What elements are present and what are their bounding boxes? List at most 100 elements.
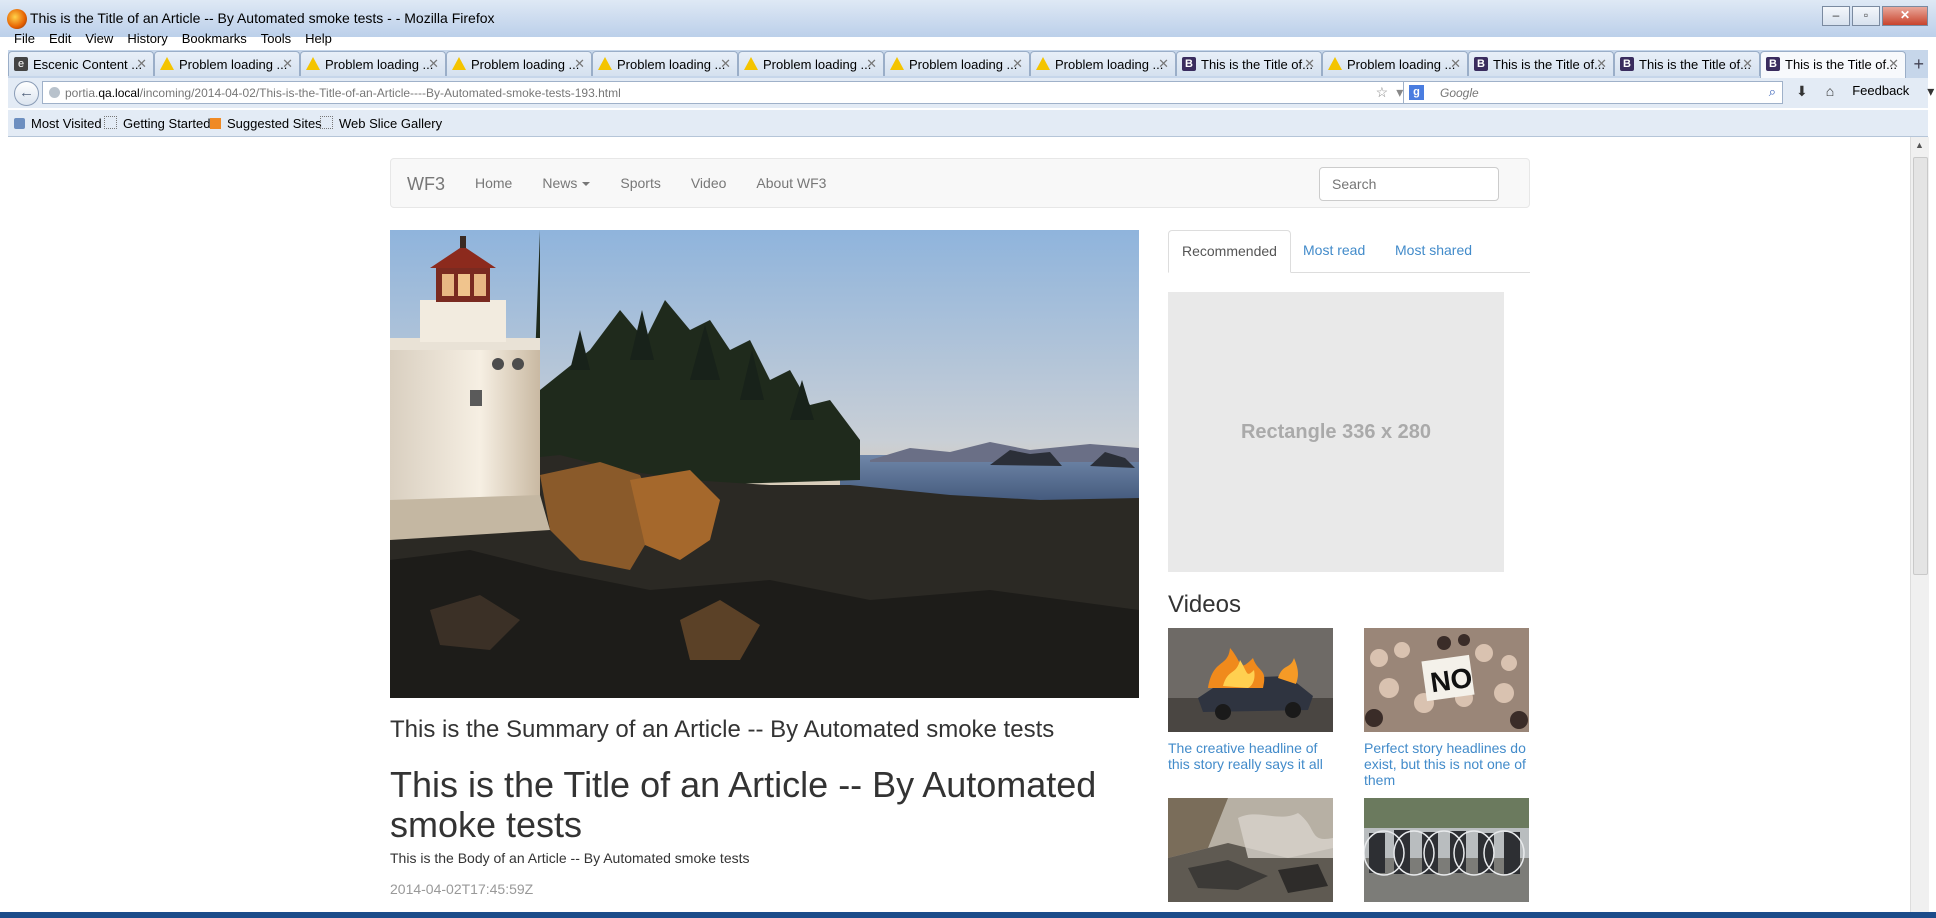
browser-tab[interactable]: Problem loading ... ✕ (154, 51, 300, 76)
tab-label: Problem loading ... (1347, 57, 1456, 72)
caret-down-icon (582, 182, 591, 187)
close-window-button[interactable]: ✕ (1882, 6, 1928, 26)
sidebar-tabs: Recommended Most read Most shared (1168, 230, 1530, 273)
tab-recommended[interactable]: Recommended (1168, 230, 1291, 273)
tab-label: Problem loading ... (179, 57, 288, 72)
tab-most-read[interactable]: Most read (1290, 230, 1378, 272)
web-slice-icon (320, 116, 333, 129)
site-search-input[interactable] (1332, 176, 1482, 192)
tab-close-icon[interactable]: ✕ (1742, 56, 1753, 72)
site-search-box[interactable] (1319, 167, 1499, 201)
tab-close-icon[interactable]: ✕ (136, 56, 147, 72)
video-thumbnail-police-barrier[interactable] (1364, 798, 1529, 902)
tab-label: Problem loading ... (1055, 57, 1164, 72)
tab-label: Escenic Content ... (33, 57, 143, 72)
scroll-up-icon[interactable]: ▲ (1915, 140, 1924, 150)
scrollbar-thumb[interactable] (1913, 157, 1928, 575)
menu-bookmarks[interactable]: Bookmarks (175, 29, 254, 49)
browser-tab[interactable]: B This is the Title of... ✕ (1614, 51, 1760, 76)
tab-close-icon[interactable]: ✕ (720, 56, 731, 72)
video-caption[interactable]: Perfect story headlines do exist, but th… (1364, 740, 1534, 788)
tab-close-icon[interactable]: ✕ (1158, 56, 1169, 72)
bookmark-most-visited[interactable]: Most Visited (14, 116, 102, 131)
tab-label: This is the Title of... (1493, 57, 1605, 72)
nav-video[interactable]: Video (691, 175, 727, 191)
browser-tab[interactable]: B This is the Title of... ✕ (1176, 51, 1322, 76)
new-tab-button[interactable]: + (1913, 54, 1924, 75)
tab-close-icon[interactable]: ✕ (282, 56, 293, 72)
windows-taskbar (0, 912, 1936, 918)
tab-close-icon[interactable]: ✕ (574, 56, 585, 72)
browser-tab[interactable]: B This is the Title of... ✕ (1468, 51, 1614, 76)
home-icon[interactable]: ⌂ (1826, 83, 1834, 100)
search-icon[interactable]: ⌕ (1769, 84, 1776, 100)
tab-close-icon[interactable]: ✕ (866, 56, 877, 72)
video-caption[interactable]: The creative headline of this story real… (1168, 740, 1338, 772)
browser-tab[interactable]: Problem loading ... ✕ (1030, 51, 1176, 76)
browser-tab[interactable]: e Escenic Content ... ✕ (8, 51, 154, 76)
tab-close-icon[interactable]: ✕ (1012, 56, 1023, 72)
bootstrap-icon: B (1474, 57, 1488, 71)
address-url[interactable]: portia.qa.local/incoming/2014-04-02/This… (65, 86, 621, 100)
escenic-icon: e (14, 57, 28, 71)
web-search-box[interactable]: g Google ⌕ (1403, 81, 1783, 104)
warning-icon (598, 57, 612, 70)
menu-history[interactable]: History (120, 29, 174, 49)
menu-tools[interactable]: Tools (254, 29, 298, 49)
bookmark-suggested-sites[interactable]: Suggested Sites (210, 116, 322, 131)
tab-most-shared[interactable]: Most shared (1382, 230, 1485, 272)
menu-file[interactable]: File (0, 29, 42, 49)
bootstrap-icon: B (1182, 57, 1196, 71)
tab-close-icon[interactable]: ✕ (1450, 56, 1461, 72)
article-summary: This is the Summary of an Article -- By … (390, 716, 1055, 743)
video-thumbnail-debris[interactable] (1168, 798, 1333, 902)
nav-sports[interactable]: Sports (620, 175, 660, 191)
menu-help[interactable]: Help (298, 29, 339, 49)
browser-tab[interactable]: Problem loading ... ✕ (884, 51, 1030, 76)
warning-icon (306, 57, 320, 70)
site-navbar: WF3 Home News Sports Video About WF3 (390, 158, 1530, 208)
feedback-dropdown-icon[interactable]: ▾ (1927, 83, 1934, 100)
feedback-button[interactable]: Feedback (1852, 83, 1909, 100)
window-title: This is the Title of an Article -- By Au… (30, 10, 495, 26)
page-content: WF3 Home News Sports Video About WF3 Sea… (8, 137, 1908, 912)
menu-view[interactable]: View (78, 29, 120, 49)
browser-tab[interactable]: Problem loading ... ✕ (738, 51, 884, 76)
browser-tab[interactable]: Problem loading ... ✕ (446, 51, 592, 76)
most-visited-icon (14, 118, 25, 129)
vertical-scrollbar[interactable]: ▲ (1910, 137, 1929, 912)
browser-tab[interactable]: Problem loading ... ✕ (300, 51, 446, 76)
bookmark-getting-started[interactable]: Getting Started (104, 116, 210, 131)
nav-news[interactable]: News (542, 175, 591, 191)
nav-home[interactable]: Home (475, 175, 512, 191)
back-button[interactable]: ← (14, 81, 39, 106)
article-body: This is the Body of an Article -- By Aut… (390, 850, 750, 866)
video-thumbnail-burning-car[interactable] (1168, 628, 1333, 732)
menu-edit[interactable]: Edit (42, 29, 78, 49)
bookmark-web-slice-gallery[interactable]: Web Slice Gallery (320, 116, 442, 131)
video-thumbnail-protest[interactable]: NO (1364, 628, 1529, 732)
site-brand[interactable]: WF3 (407, 174, 445, 195)
warning-icon (890, 57, 904, 70)
tab-close-icon[interactable]: ✕ (1888, 56, 1899, 72)
tab-close-icon[interactable]: ✕ (1596, 56, 1607, 72)
browser-tab-active[interactable]: B This is the Title of... ✕ (1760, 51, 1906, 78)
address-bar[interactable]: portia.qa.local/incoming/2014-04-02/This… (42, 81, 1432, 104)
firefox-logo-icon (7, 9, 27, 29)
tab-strip: e Escenic Content ... ✕ Problem loading … (8, 50, 1928, 78)
tab-close-icon[interactable]: ✕ (1304, 56, 1315, 72)
site-identity-icon[interactable] (49, 87, 60, 98)
warning-icon (160, 57, 174, 70)
browser-tab[interactable]: Problem loading ... ✕ (592, 51, 738, 76)
warning-icon (1328, 57, 1342, 70)
nav-about[interactable]: About WF3 (756, 175, 826, 191)
minimize-button[interactable]: – (1822, 6, 1850, 26)
tab-label: Problem loading ... (471, 57, 580, 72)
google-icon[interactable]: g (1409, 85, 1424, 100)
bookmark-star-icon[interactable]: ☆ (1376, 84, 1389, 101)
maximize-button[interactable]: ▫ (1852, 6, 1880, 26)
tab-close-icon[interactable]: ✕ (428, 56, 439, 72)
warning-icon (1036, 57, 1050, 70)
downloads-icon[interactable]: ⬇ (1796, 83, 1808, 100)
browser-tab[interactable]: Problem loading ... ✕ (1322, 51, 1468, 76)
